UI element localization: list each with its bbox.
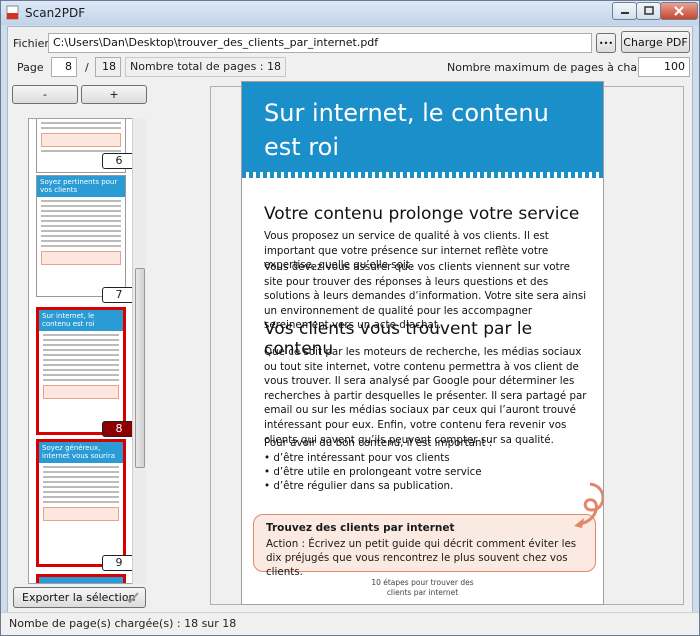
zoom-in-button[interactable]: +: [81, 85, 147, 104]
file-path-input[interactable]: C:\Users\Dan\Desktop\trouver_des_clients…: [48, 33, 592, 53]
footer-line: 10 étapes pour trouver des: [371, 578, 474, 587]
app-window: Scan2PDF Fichier C:\Users\Dan\Desktop\tr…: [0, 0, 700, 636]
preview-scrollbar[interactable]: [664, 87, 683, 604]
export-selection-button[interactable]: Exporter la sélection: [13, 587, 146, 608]
thumbnail-page-8[interactable]: Sur internet, le contenu est roi: [36, 307, 126, 435]
minimize-button[interactable]: [612, 2, 637, 20]
minimize-icon: [620, 12, 629, 14]
total-pages-field: 18: [95, 57, 121, 77]
thumbnail-page-10[interactable]: [36, 574, 126, 583]
maximize-icon: [643, 6, 654, 15]
load-pdf-button[interactable]: Charge PDF: [621, 31, 690, 53]
thumbnail-list[interactable]: 6 Soyez pertinents pour vos clients 7 Su…: [28, 118, 146, 584]
export-label: Exporter la sélection: [22, 591, 136, 604]
close-button[interactable]: [660, 2, 698, 20]
close-icon: [674, 6, 684, 16]
file-label: Fichier: [13, 37, 49, 50]
thumbnail-scrollbar[interactable]: [132, 118, 146, 584]
page-preview: Sur internet, le contenu est roi Votre c…: [241, 81, 604, 605]
thumbnail-number: 8: [102, 421, 136, 437]
thumbnail-page-7[interactable]: Soyez pertinents pour vos clients: [36, 175, 126, 297]
page-label: Page: [17, 61, 44, 74]
current-page-input[interactable]: 8: [51, 57, 77, 77]
pdf-app-icon: [6, 5, 19, 20]
max-pages-input[interactable]: 100: [638, 57, 690, 77]
thumbnail-page-9[interactable]: Soyez généreux, internet vous sourira: [36, 439, 126, 567]
action-callout: Trouvez des clients par internet Action …: [253, 514, 596, 578]
thumbnail-number: 7: [102, 287, 136, 303]
callout-title: Trouvez des clients par internet: [266, 522, 455, 534]
thumbnail-number: 9: [102, 555, 136, 571]
total-pages-label: Nombre total de pages : 18: [125, 57, 286, 77]
thumbnail-title: Soyez pertinents pour vos clients: [37, 176, 125, 198]
paragraph: Pour avoir du bon contenu, il est import…: [264, 437, 493, 449]
page-banner: Sur internet, le contenu est roi: [242, 82, 603, 178]
title-bar[interactable]: Scan2PDF: [1, 1, 699, 25]
window-title: Scan2PDF: [25, 6, 86, 20]
checkmark-icon: [125, 592, 139, 604]
status-text: Nombe de page(s) chargée(s) : 18 sur 18: [9, 617, 237, 630]
browse-button[interactable]: •••: [596, 33, 616, 53]
bullet-item: • d’être utile en prolongeant votre serv…: [264, 466, 482, 478]
section-heading: Votre contenu prolonge votre service: [264, 204, 580, 224]
zoom-out-button[interactable]: -: [12, 85, 78, 104]
page-footer: 10 étapes pour trouver des clients par i…: [242, 578, 603, 598]
maximize-button[interactable]: [636, 2, 661, 20]
status-bar: Nombe de page(s) chargée(s) : 18 sur 18: [1, 612, 699, 635]
paragraph: Que ce soit par les moteurs de recherche…: [264, 346, 587, 446]
bullet-item: • d’être intéressant pour vos clients: [264, 452, 450, 464]
max-pages-label: Nombre maximum de pages à charger: [447, 61, 660, 74]
page-banner-title: Sur internet, le contenu est roi: [264, 99, 549, 161]
callout-text: Action : Écrivez un petit guide qui décr…: [266, 538, 577, 578]
thumbnail-title: Soyez généreux, internet vous sourira: [39, 442, 123, 464]
page-separator: /: [85, 61, 89, 74]
bullet-item: • d’être régulier dans sa publication.: [264, 480, 454, 492]
thumbnail-number: 6: [102, 153, 136, 169]
curly-arrow-icon: [574, 482, 603, 528]
footer-line: clients par internet: [386, 588, 459, 597]
thumbnail-title: Sur internet, le contenu est roi: [39, 310, 123, 332]
scrollbar-thumb[interactable]: [135, 268, 145, 468]
